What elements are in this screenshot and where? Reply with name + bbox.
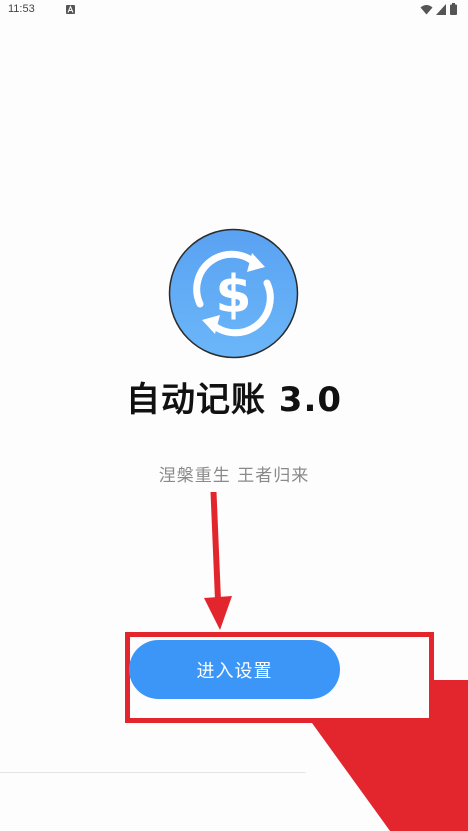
annotation-arrow-head	[204, 596, 232, 630]
dollar-refresh-icon: $	[168, 228, 299, 359]
app-subtitle: 涅槃重生 王者归来	[158, 466, 310, 486]
app-title: 自动记账 3.0	[125, 380, 343, 420]
annotation-arrow-shaft	[210, 492, 221, 600]
enter-settings-button[interactable]: 进入设置	[129, 640, 340, 699]
signal-icon	[436, 4, 446, 15]
status-bar: 11:53	[0, 0, 468, 22]
a-icon	[66, 5, 75, 14]
divider	[0, 772, 306, 773]
status-time: 11:53	[8, 3, 35, 15]
wifi-icon	[420, 5, 433, 15]
battery-icon	[450, 3, 457, 15]
svg-text:$: $	[215, 265, 251, 325]
